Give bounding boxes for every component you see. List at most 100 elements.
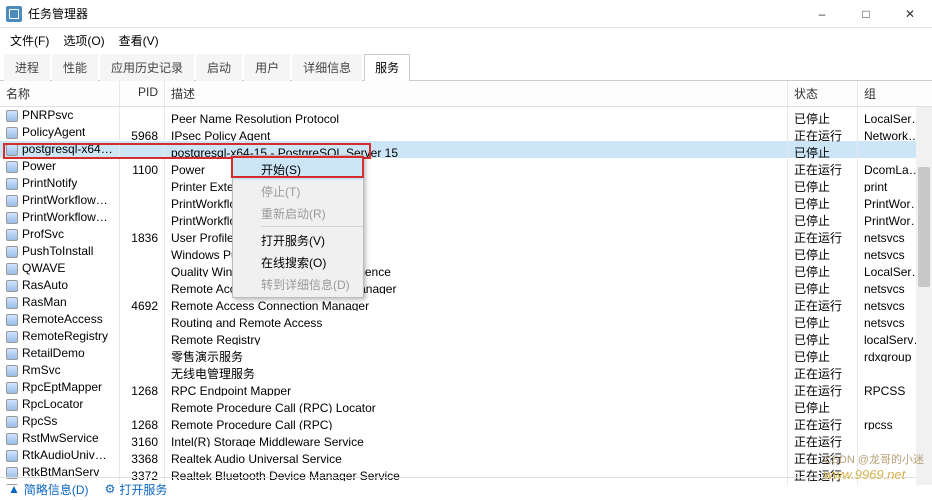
menu-file[interactable]: 文件(F) <box>4 30 55 51</box>
minimize-button[interactable]: – <box>800 0 844 28</box>
service-icon <box>6 127 18 139</box>
service-desc: Remote Registry <box>165 328 788 345</box>
service-pid <box>120 141 165 158</box>
service-row[interactable]: PolicyAgent5968IPsec Policy Agent正在运行Net… <box>0 124 932 141</box>
service-row[interactable]: RpcSs1268Remote Procedure Call (RPC)正在运行… <box>0 413 932 430</box>
service-status: 已停止 <box>788 311 858 328</box>
service-name: PrintWorkflowUserSvc <box>22 192 113 209</box>
service-row[interactable]: PushToInstallWindows PushToInstall已停止net… <box>0 243 932 260</box>
titlebar: 任务管理器 – □ ✕ <box>0 0 932 28</box>
service-name: RmSvc <box>22 362 61 379</box>
service-name: QWAVE <box>22 260 65 277</box>
brief-info-link[interactable]: ▲ 简略信息(D) <box>8 481 89 498</box>
service-name: RasMan <box>22 294 67 311</box>
service-pid <box>120 277 165 294</box>
close-button[interactable]: ✕ <box>888 0 932 28</box>
service-row[interactable]: RasAutoRemote Access Auto Connection Man… <box>0 277 932 294</box>
service-pid: 3368 <box>120 447 165 464</box>
context-menu-separator <box>261 226 363 227</box>
service-row[interactable]: postgresql-x64-15postgresql-x64-15 - Pos… <box>0 141 932 158</box>
menu-view[interactable]: 查看(V) <box>113 30 165 51</box>
header-name[interactable]: 名称 <box>0 81 120 106</box>
service-row[interactable]: Power1100Power正在运行DcomLaunch <box>0 158 932 175</box>
service-pid: 1100 <box>120 158 165 175</box>
header-desc[interactable]: 描述 <box>165 81 788 106</box>
header-group[interactable]: 组 <box>858 81 932 106</box>
service-row[interactable]: PrintNotifyPrinter Extensions and已停止prin… <box>0 175 932 192</box>
service-row[interactable]: RpcLocatorRemote Procedure Call (RPC) Lo… <box>0 396 932 413</box>
service-desc: Realtek Audio Universal Service <box>165 447 788 464</box>
service-row[interactable]: PrintWorkflowUserSvcPrintWorkflow已停止Prin… <box>0 192 932 209</box>
service-row[interactable]: RstMwService3160Intel(R) Storage Middlew… <box>0 430 932 447</box>
service-icon <box>6 416 18 428</box>
tab-4[interactable]: 用户 <box>244 54 290 81</box>
scrollbar-vertical[interactable] <box>916 107 932 485</box>
tab-6[interactable]: 服务 <box>364 54 410 81</box>
context-menu-start[interactable]: 开始(S) <box>233 158 363 180</box>
header-pid[interactable]: PID <box>120 81 165 106</box>
context-menu-stop: 停止(T) <box>233 180 363 202</box>
service-pid <box>120 243 165 260</box>
service-name: RpcEptMapper <box>22 379 102 396</box>
service-pid: 1268 <box>120 413 165 430</box>
service-row[interactable]: RasMan4692Remote Access Connection Manag… <box>0 294 932 311</box>
service-name: ProfSvc <box>22 226 64 243</box>
service-icon <box>6 365 18 377</box>
service-status: 正在运行 <box>788 379 858 396</box>
service-icon <box>6 382 18 394</box>
context-menu-open-services[interactable]: 打开服务(V) <box>233 229 363 251</box>
service-pid <box>120 175 165 192</box>
context-menu-search-online[interactable]: 在线搜索(O) <box>233 251 363 273</box>
service-desc: Routing and Remote Access <box>165 311 788 328</box>
header-status[interactable]: 状态 <box>788 81 858 106</box>
service-status: 正在运行 <box>788 226 858 243</box>
service-desc: Peer Name Resolution Protocol <box>165 107 788 124</box>
service-pid <box>120 311 165 328</box>
service-row[interactable]: PNRPsvcPeer Name Resolution Protocol已停止L… <box>0 107 932 124</box>
service-name: PNRPsvc <box>22 107 73 124</box>
menu-options[interactable]: 选项(O) <box>57 30 110 51</box>
service-icon <box>6 110 18 122</box>
service-row[interactable]: RetailDemo零售演示服务已停止rdxgroup <box>0 345 932 362</box>
service-pid: 1268 <box>120 379 165 396</box>
service-row[interactable]: RmSvc无线电管理服务正在运行 <box>0 362 932 379</box>
service-icon <box>6 399 18 411</box>
service-row[interactable]: RtkAudioUniversalService3368Realtek Audi… <box>0 447 932 464</box>
service-row[interactable]: RpcEptMapper1268RPC Endpoint Mapper正在运行R… <box>0 379 932 396</box>
maximize-button[interactable]: □ <box>844 0 888 28</box>
service-icon <box>6 229 18 241</box>
service-row[interactable]: QWAVEQuality Windows Audio Video Experie… <box>0 260 932 277</box>
service-pid: 4692 <box>120 294 165 311</box>
service-status: 已停止 <box>788 260 858 277</box>
service-name: PushToInstall <box>22 243 93 260</box>
chevron-up-icon: ▲ <box>8 482 20 496</box>
service-pid <box>120 396 165 413</box>
service-row[interactable]: RemoteAccessRouting and Remote Access已停止… <box>0 311 932 328</box>
service-row[interactable]: ProfSvc1836User Profile Service正在运行netsv… <box>0 226 932 243</box>
service-row[interactable]: PrintWorkflowUserSvc_3...PrintWorkflow_3… <box>0 209 932 226</box>
service-status: 正在运行 <box>788 124 858 141</box>
service-pid <box>120 260 165 277</box>
service-name: PrintWorkflowUserSvc_3... <box>22 209 113 226</box>
window-title: 任务管理器 <box>28 5 88 22</box>
tab-2[interactable]: 应用历史记录 <box>100 54 194 81</box>
service-name: RpcSs <box>22 413 57 430</box>
service-name: RasAuto <box>22 277 68 294</box>
service-name: Power <box>22 158 56 175</box>
watermark-url: www.9969.net <box>824 467 906 482</box>
service-pid <box>120 107 165 124</box>
tab-5[interactable]: 详细信息 <box>292 54 362 81</box>
tab-3[interactable]: 启动 <box>196 54 242 81</box>
service-icon <box>6 433 18 445</box>
service-status: 正在运行 <box>788 294 858 311</box>
service-pid <box>120 328 165 345</box>
service-row[interactable]: RemoteRegistryRemote Registry已停止localSer… <box>0 328 932 345</box>
service-status: 正在运行 <box>788 413 858 430</box>
menubar: 文件(F) 选项(O) 查看(V) <box>0 28 932 53</box>
tab-1[interactable]: 性能 <box>52 54 98 81</box>
open-services-link[interactable]: ⚙ 打开服务 <box>105 481 168 498</box>
scrollbar-thumb[interactable] <box>918 167 930 287</box>
open-services-label: 打开服务 <box>119 481 167 498</box>
tab-0[interactable]: 进程 <box>4 54 50 81</box>
service-status: 正在运行 <box>788 362 858 379</box>
